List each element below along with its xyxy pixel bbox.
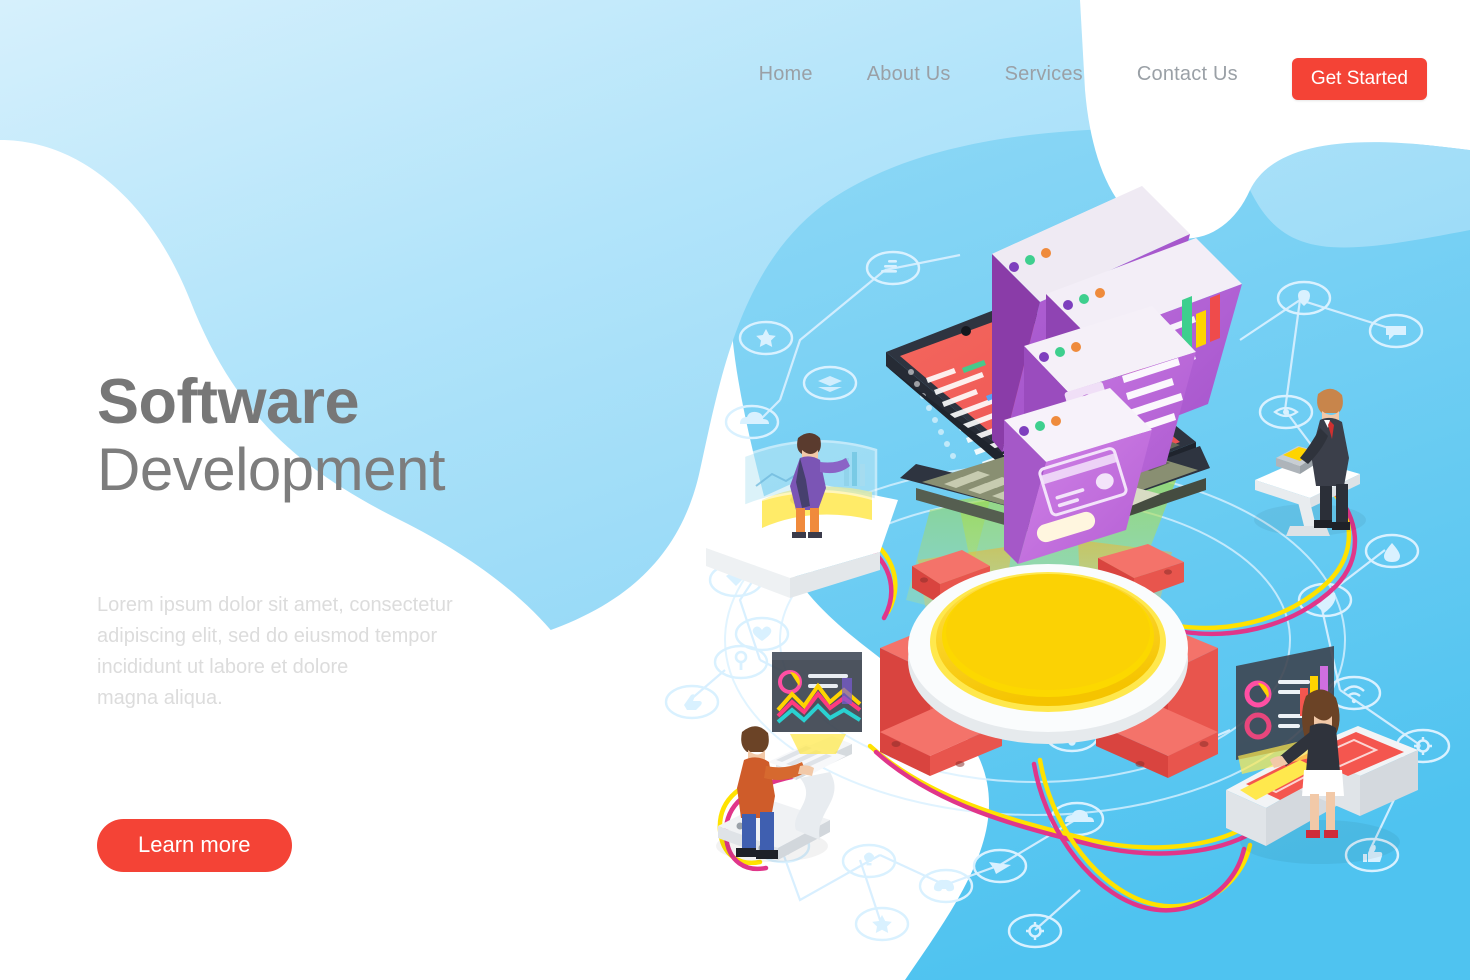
key-icon [713,644,769,680]
hero-paragraph: Lorem ipsum dolor sit amet, consectetur … [97,594,453,710]
hand-icon [664,684,720,720]
page-title-bold: Software [97,367,360,437]
game-controller-icon [918,868,974,904]
landing-page: 01001101 10110101 11010010 01101100 0011… [0,0,1470,980]
top-navigation: Home About Us Services Contact Us Get St… [0,0,1470,140]
page-title: Software Development [97,367,567,503]
nav-link-home[interactable]: Home [759,58,813,90]
hero-section: Software Development Lorem ipsum dolor s… [97,367,567,873]
get-started-button[interactable]: Get Started [1291,58,1427,100]
page-title-light: Development [97,435,446,503]
nav-link-services[interactable]: Services [1005,58,1083,90]
gear-platform [880,544,1218,778]
nav-link-about-us[interactable]: About Us [867,58,951,90]
nav-link-contact-us[interactable]: Contact Us [1137,58,1238,90]
learn-more-button[interactable]: Learn more [97,819,292,873]
